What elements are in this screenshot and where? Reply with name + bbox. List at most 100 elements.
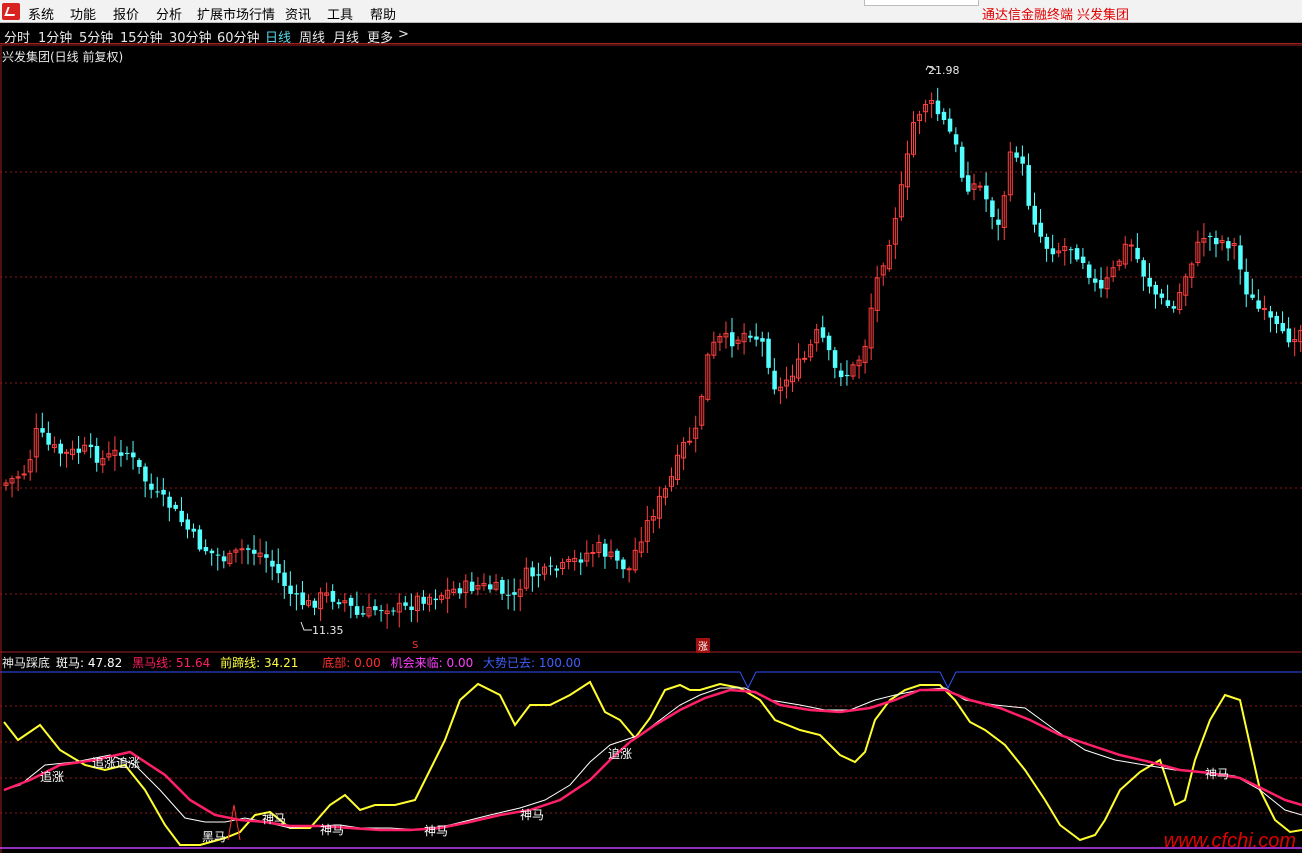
- candle-body: [754, 336, 759, 340]
- candle-body: [373, 606, 378, 611]
- candle-body: [1214, 237, 1219, 245]
- candle-body: [469, 581, 475, 592]
- candle-body: [1280, 323, 1286, 332]
- candle-body: [179, 510, 184, 523]
- candle-body: [578, 559, 584, 563]
- candle-body: [155, 491, 160, 493]
- candle-body: [615, 550, 620, 561]
- candle-body: [312, 600, 318, 608]
- candle-body: [1086, 264, 1092, 278]
- candle-body: [21, 473, 27, 476]
- low-pointer: [300, 621, 312, 631]
- candle-body: [1074, 248, 1080, 260]
- indicator-value-0: 47.82: [87, 656, 123, 670]
- candle-body: [354, 606, 360, 615]
- candle-body: [1093, 278, 1098, 283]
- candle-body: [239, 548, 245, 551]
- candle-body: [626, 568, 632, 571]
- candle-body: [409, 606, 414, 611]
- candle-body: [88, 444, 94, 448]
- candle-body: [488, 584, 493, 590]
- indicator-value-4: 0.00: [446, 656, 474, 670]
- signal-label: 追涨追涨: [92, 756, 141, 770]
- indicator-label-2: 前蹄线:: [220, 656, 261, 670]
- candle-body: [457, 588, 463, 594]
- high-price-label: 21.98: [928, 64, 960, 77]
- candle-body: [687, 440, 693, 443]
- signal-label: 追涨: [608, 747, 633, 761]
- candle-body: [990, 200, 995, 218]
- candle-body: [46, 432, 51, 445]
- candle-body: [209, 550, 215, 554]
- indicator-value-2: 34.21: [264, 656, 299, 670]
- candle-body: [330, 591, 336, 602]
- candle-body: [1038, 222, 1044, 237]
- candle-body: [947, 118, 953, 132]
- candle-body: [391, 610, 396, 612]
- candlestick-chart[interactable]: [0, 0, 1302, 853]
- candle-body: [433, 598, 439, 601]
- candle-body: [748, 335, 753, 338]
- candle-body: [935, 100, 941, 115]
- indicator-value-5: 100.00: [538, 656, 581, 670]
- signal-label: 追涨: [40, 770, 65, 784]
- candle-body: [959, 146, 965, 178]
- candle-body: [1128, 244, 1134, 247]
- candle-body: [131, 452, 136, 458]
- candle-body: [802, 357, 808, 360]
- candle-body: [500, 580, 505, 594]
- indicator-header: 神马踩底 斑马: 47.82 黑马线: 51.64 前蹄线: 34.21 底部: …: [2, 654, 587, 671]
- candle-body: [197, 529, 203, 550]
- candle-body: [1044, 236, 1050, 249]
- candle-body: [766, 338, 771, 368]
- candle-body: [336, 602, 342, 605]
- candle-body: [246, 548, 251, 550]
- candle-body: [137, 460, 142, 467]
- signal-label: 神马: [320, 823, 345, 837]
- candle-body: [94, 445, 100, 463]
- candle-body: [264, 554, 269, 558]
- candle-body: [730, 332, 735, 347]
- candle-body: [1080, 256, 1086, 263]
- candle-body: [984, 185, 989, 200]
- candle-body: [554, 568, 560, 571]
- candle-body: [1171, 306, 1177, 309]
- candle-body: [76, 448, 82, 453]
- indicator-label-0: 斑马:: [56, 656, 85, 670]
- signal-s-marker: S: [412, 640, 419, 651]
- candle-body: [1020, 156, 1025, 164]
- candle-body: [1286, 328, 1292, 343]
- candle-body: [403, 602, 408, 606]
- candle-body: [1068, 249, 1074, 251]
- candle-body: [118, 452, 124, 456]
- signal-label: 神马: [424, 824, 449, 838]
- signal-label: 神马: [1205, 767, 1230, 781]
- watermark-text: www.cfchi.com: [1163, 830, 1296, 852]
- candle-body: [760, 338, 765, 342]
- chart-title: 兴发集团(日线 前复权): [2, 50, 124, 64]
- candle-body: [941, 111, 947, 121]
- candle-body: [826, 335, 832, 351]
- indicator-label-4: 机会来临:: [390, 656, 443, 670]
- candle-body: [1256, 300, 1261, 309]
- candle-body: [1050, 248, 1056, 255]
- candle-body: [1244, 271, 1249, 295]
- candle-body: [1147, 277, 1152, 287]
- indicator-name[interactable]: 神马踩底: [2, 656, 50, 670]
- candle-body: [1261, 307, 1267, 310]
- signal-label: 黑马: [202, 830, 227, 844]
- candle-body: [1226, 241, 1231, 249]
- candle-body: [173, 504, 178, 509]
- indicator-line-blue: [0, 671, 1302, 690]
- candle-body: [772, 370, 777, 390]
- candle-body: [953, 134, 959, 145]
- candle-body: [1159, 293, 1165, 298]
- candle-body: [977, 185, 983, 188]
- candle-body: [1032, 205, 1037, 225]
- candle-body: [832, 350, 838, 368]
- candle-body: [191, 528, 197, 532]
- indicator-line-white: [3, 687, 1302, 831]
- candle-body: [203, 546, 209, 552]
- candle-body: [536, 574, 541, 576]
- candle-body: [1250, 294, 1255, 298]
